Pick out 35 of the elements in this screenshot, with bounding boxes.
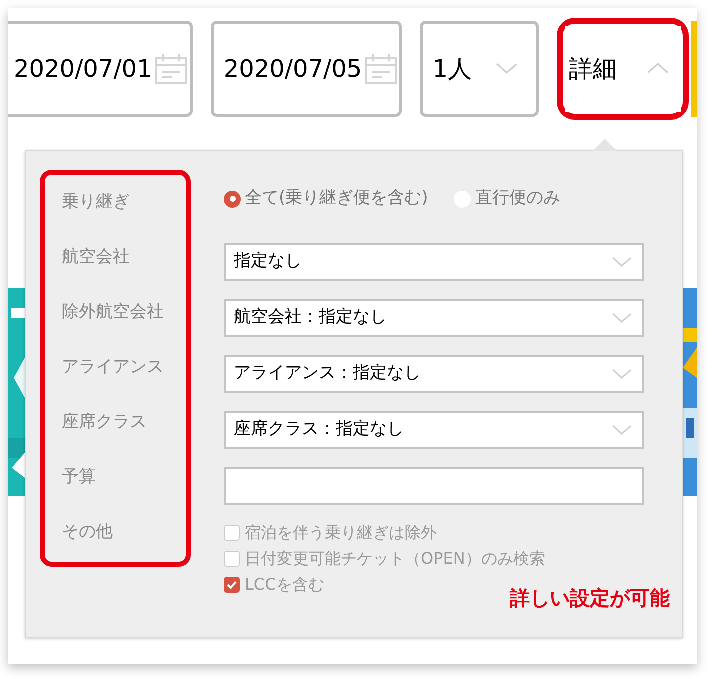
setting-label: 除外航空会社 (62, 300, 164, 324)
setting-label: その他 (62, 520, 113, 544)
dropdown-field[interactable]: アライアンス：指定なし (224, 355, 644, 393)
checkbox[interactable] (224, 525, 240, 541)
dropdown-field[interactable]: 指定なし (224, 243, 644, 281)
check-icon (226, 579, 238, 591)
dropdown-field[interactable]: 座席クラス：指定なし (224, 411, 644, 449)
date-value: 2020/07/01 (14, 54, 152, 84)
chevron-down-icon (496, 63, 518, 74)
chevron-down-icon (612, 313, 632, 323)
date-field[interactable]: 2020/07/05 (210, 20, 402, 116)
date-field[interactable]: 2020/07/01 (8, 20, 193, 116)
setting-label: 乗り継ぎ (62, 190, 130, 214)
radio-button[interactable] (224, 190, 241, 208)
budget-field[interactable] (224, 467, 644, 505)
radio-option[interactable]: 全て(乗り継ぎ便を含む) (224, 186, 428, 212)
chevron-up-icon (647, 63, 670, 74)
checkbox[interactable] (224, 577, 240, 593)
chevron-down-icon (612, 257, 632, 267)
calendar-icon (154, 52, 188, 84)
setting-label: 航空会社 (62, 246, 130, 269)
radio-option[interactable]: 直行便のみ (454, 186, 560, 212)
chevron-down-icon (612, 369, 632, 379)
annotation-text: 詳しい設定が可能 (510, 585, 670, 612)
setting-label: 予算 (62, 466, 96, 489)
setting-label: 座席クラス (62, 410, 147, 434)
setting-label: アライアンス (62, 356, 164, 379)
guest-select[interactable]: 1人 (420, 20, 540, 116)
checkbox[interactable] (224, 551, 240, 567)
dropdown-field[interactable]: 航空会社：指定なし (224, 299, 644, 337)
details-toggle-button[interactable]: 詳細 (565, 26, 682, 112)
date-value: 2020/07/05 (224, 54, 362, 84)
chevron-down-icon (612, 425, 632, 435)
calendar-icon (364, 52, 398, 84)
select-value: 1人 (432, 54, 472, 84)
